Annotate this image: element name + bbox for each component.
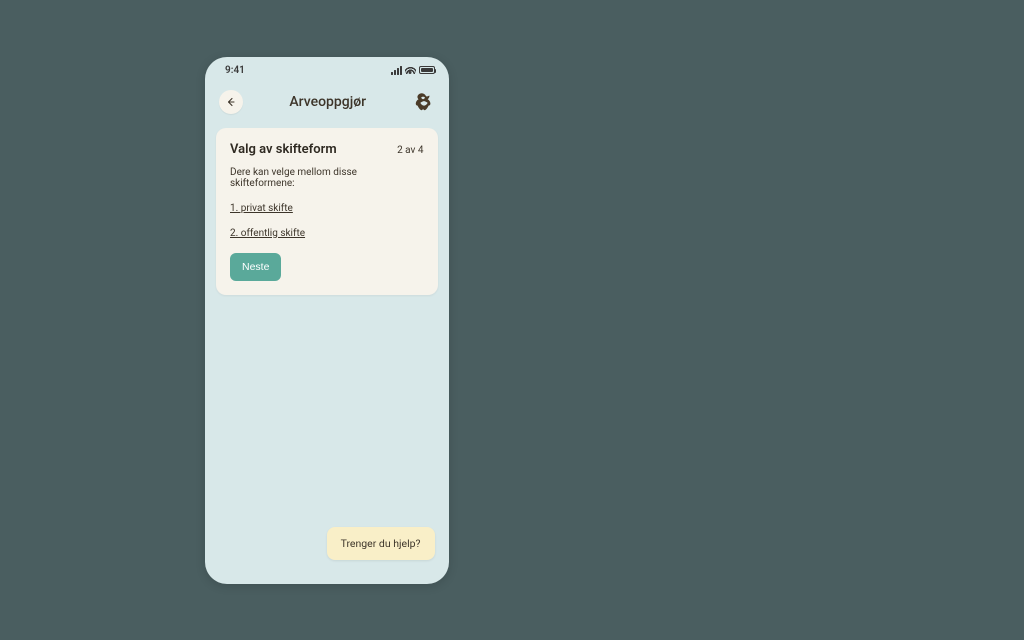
status-time: 9:41	[225, 65, 245, 76]
status-bar: 9:41	[205, 57, 449, 80]
back-button[interactable]	[219, 90, 243, 114]
next-button[interactable]: Neste	[230, 253, 281, 281]
option-offentlig-skifte[interactable]: 2. offentlig skifte	[230, 228, 424, 239]
step-indicator: 2 av 4	[397, 145, 423, 156]
help-button[interactable]: Trenger du hjelp?	[327, 527, 435, 560]
card-title: Valg av skifteform	[230, 142, 337, 157]
battery-icon	[419, 66, 435, 74]
wifi-icon	[405, 66, 416, 74]
card-header: Valg av skifteform 2 av 4	[230, 142, 424, 157]
card-description: Dere kan velge mellom disse skifteformen…	[230, 167, 424, 189]
status-icons	[391, 66, 435, 75]
phone-frame: 9:41 Arveoppgjør Valg av skifteform 2 av…	[205, 57, 449, 584]
step-card: Valg av skifteform 2 av 4 Dere kan velge…	[216, 128, 438, 295]
screen-title: Arveoppgjør	[243, 94, 413, 110]
option-privat-skifte[interactable]: 1. privat skifte	[230, 203, 424, 214]
coat-of-arms-icon	[413, 91, 435, 113]
arrow-left-icon	[225, 96, 237, 108]
cellular-icon	[391, 66, 402, 75]
top-bar: Arveoppgjør	[205, 80, 449, 128]
